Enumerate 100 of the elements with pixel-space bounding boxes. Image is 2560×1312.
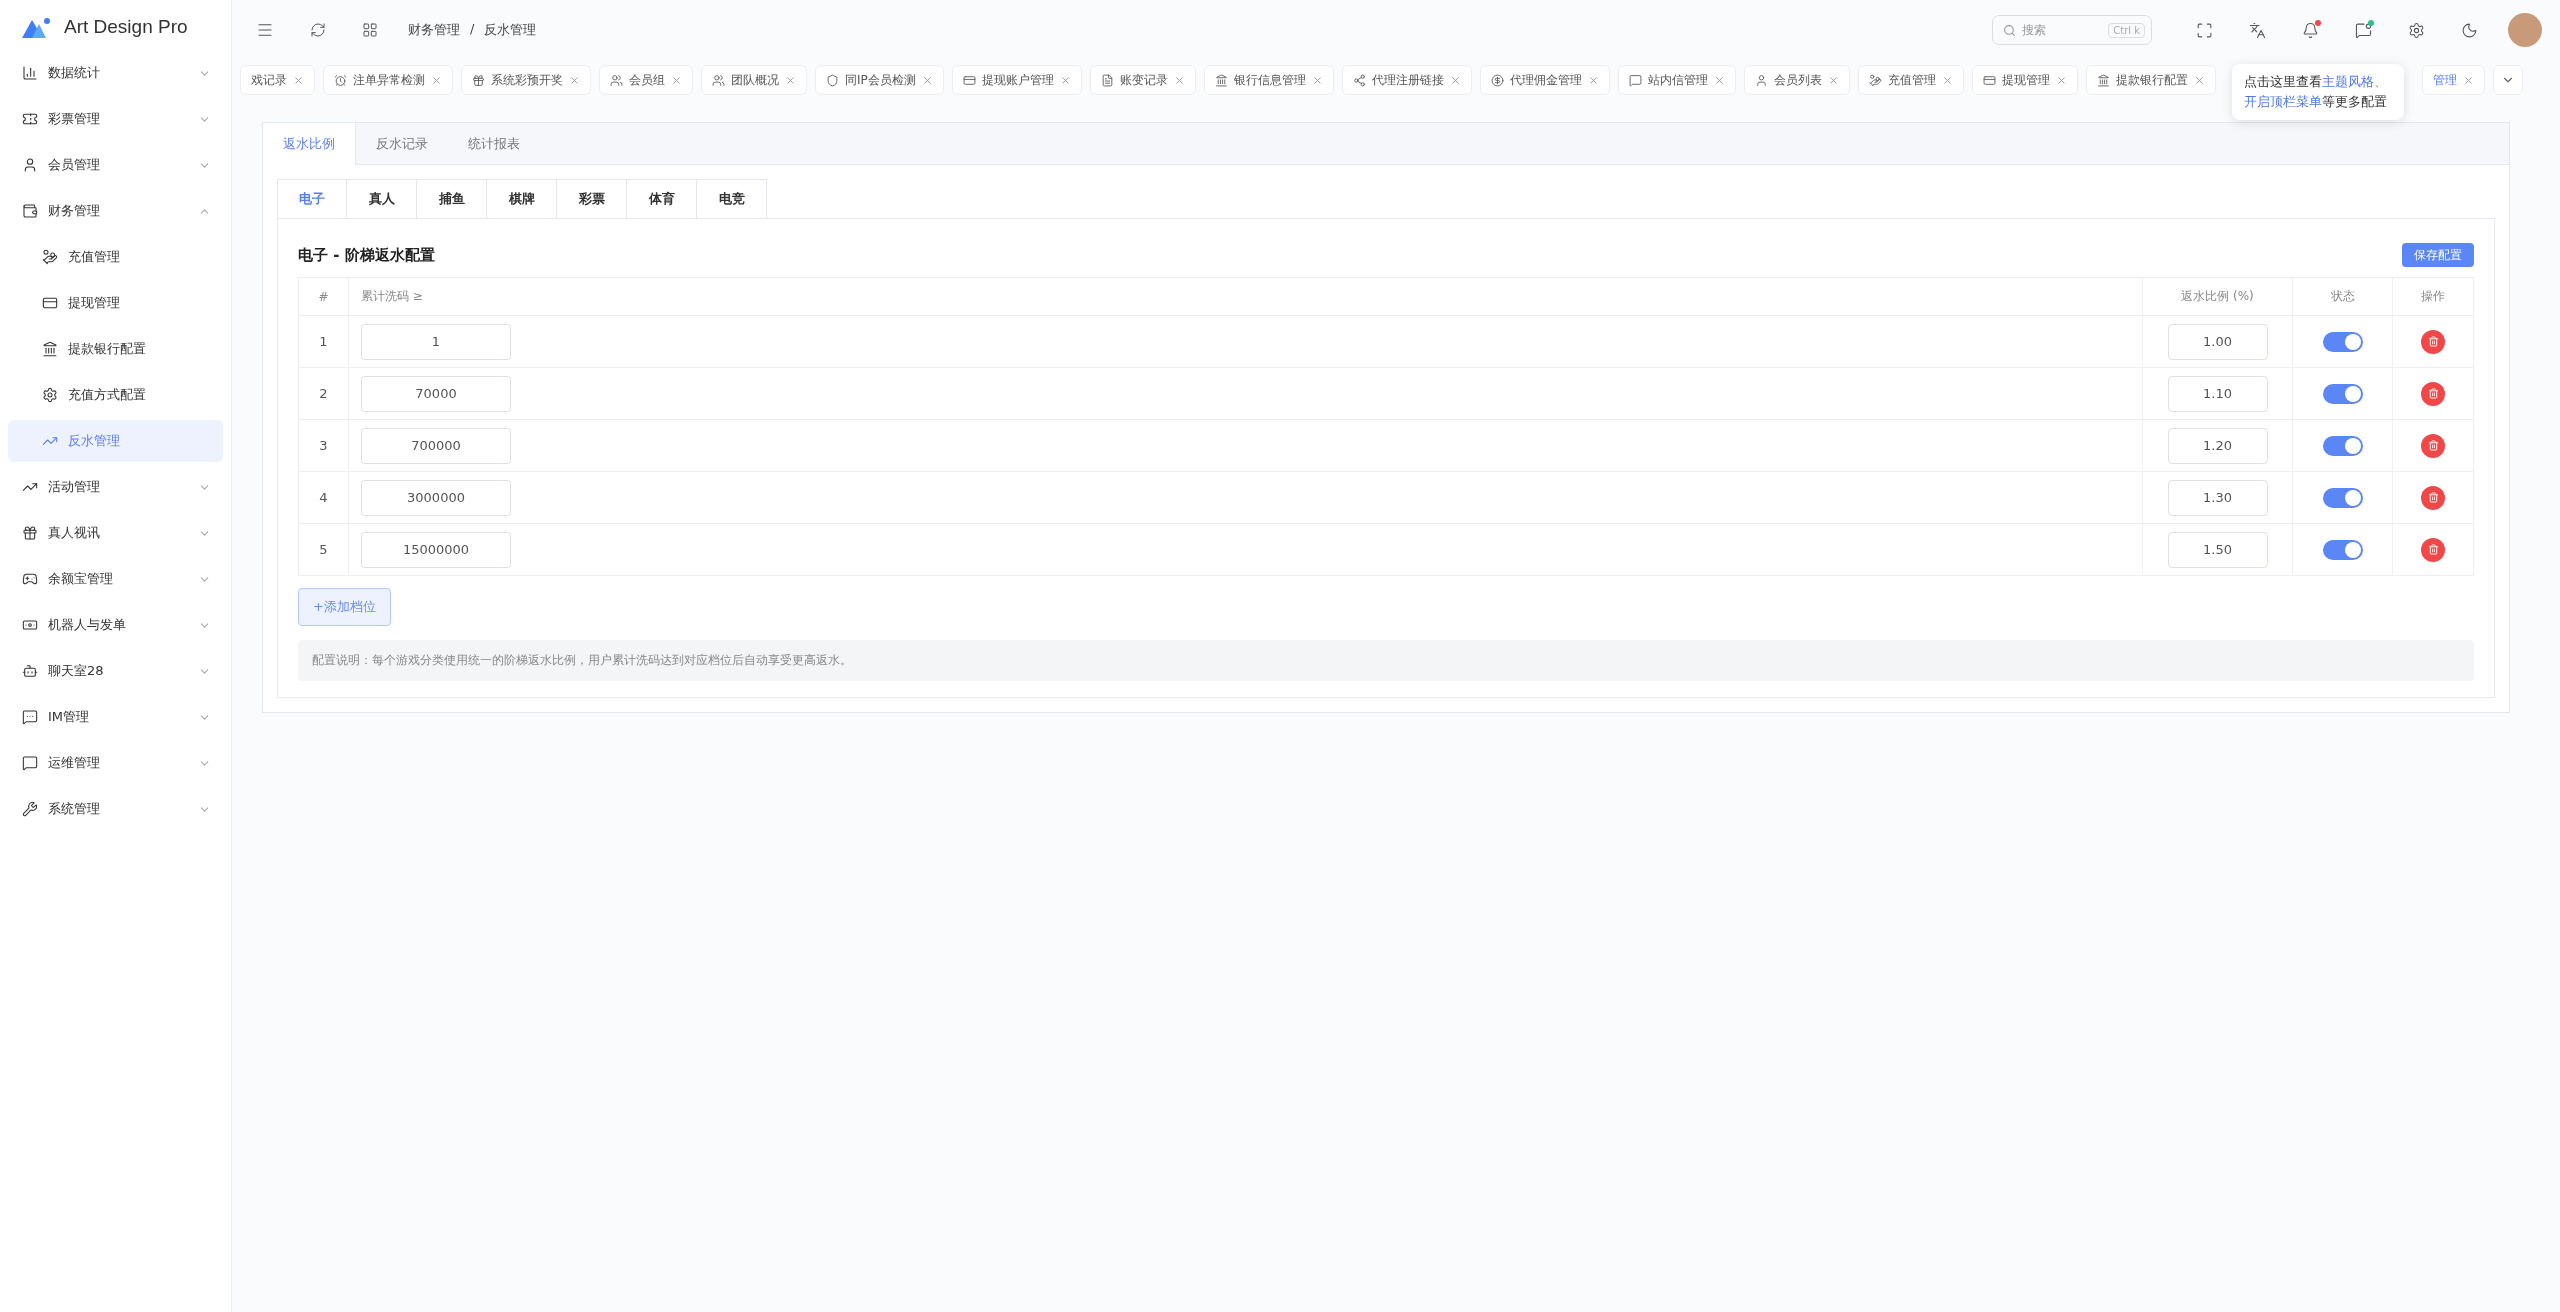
- sidebar-item[interactable]: 余额宝管理: [8, 558, 223, 600]
- category-tab[interactable]: 棋牌: [487, 179, 557, 218]
- page-tab[interactable]: 提现账户管理: [951, 65, 1082, 95]
- sidebar-item[interactable]: 运维管理: [8, 742, 223, 784]
- page-tab[interactable]: 团队概况: [701, 65, 807, 95]
- input-field[interactable]: 15000000: [361, 531, 511, 568]
- input-field[interactable]: 1.50: [2167, 531, 2268, 568]
- page-tab[interactable]: 代理注册链接: [1341, 65, 1472, 95]
- avatar[interactable]: [2508, 13, 2542, 47]
- menu-icon[interactable]: [256, 21, 274, 39]
- close-icon[interactable]: [1941, 74, 1953, 86]
- settings-icon[interactable]: [2408, 21, 2425, 39]
- coins-hand-icon: [42, 249, 58, 265]
- sidebar-subitem[interactable]: 提现管理: [8, 282, 223, 324]
- sidebar-item[interactable]: 聊天室28: [8, 650, 223, 692]
- close-icon[interactable]: [2055, 74, 2067, 86]
- page-tab[interactable]: 管理: [2421, 65, 2485, 95]
- sidebar-item[interactable]: 彩票管理: [8, 98, 223, 140]
- refresh-icon[interactable]: [310, 22, 326, 38]
- close-icon[interactable]: [293, 74, 304, 86]
- input-field[interactable]: 70000: [361, 375, 511, 412]
- translate-icon[interactable]: [2249, 21, 2266, 39]
- gift-icon: [472, 73, 485, 87]
- input-field[interactable]: 3000000: [361, 479, 511, 516]
- close-icon[interactable]: [569, 74, 580, 86]
- toggle-switch[interactable]: [2322, 383, 2363, 404]
- category-tab[interactable]: 彩票: [557, 179, 627, 218]
- sidebar-item[interactable]: 活动管理: [8, 466, 223, 508]
- page-tab[interactable]: 代理佣金管理: [1479, 65, 1610, 95]
- sidebar-item[interactable]: 机器人与发单: [8, 604, 223, 646]
- close-icon[interactable]: [1713, 74, 1725, 86]
- delete-button[interactable]: [2421, 485, 2445, 510]
- toggle-switch[interactable]: [2322, 435, 2363, 456]
- fullscreen-icon[interactable]: [2196, 21, 2213, 39]
- page-tab[interactable]: 注单异常检测: [323, 65, 453, 95]
- sidebar-item[interactable]: 真人视讯: [8, 512, 223, 554]
- breadcrumb-separator: /: [470, 21, 475, 38]
- page-tab[interactable]: 戏记录: [240, 65, 315, 95]
- page-tab[interactable]: 充值管理: [1857, 65, 1964, 95]
- sidebar-subitem[interactable]: 充值方式配置: [8, 374, 223, 416]
- sidebar-item[interactable]: 数据统计: [8, 52, 223, 94]
- tooltip-link[interactable]: 开启顶栏菜单: [2243, 94, 2322, 109]
- category-tab[interactable]: 真人: [347, 179, 417, 218]
- toggle-switch[interactable]: [2322, 539, 2363, 560]
- input-field[interactable]: 1: [361, 323, 511, 360]
- input-field[interactable]: 1.10: [2167, 375, 2268, 412]
- users-icon: [610, 73, 623, 87]
- delete-button[interactable]: [2421, 433, 2445, 458]
- sidebar-item[interactable]: 系统管理: [8, 788, 223, 830]
- category-tab[interactable]: 体育: [627, 179, 697, 218]
- close-icon[interactable]: [1059, 74, 1071, 86]
- close-icon[interactable]: [2462, 74, 2474, 86]
- close-icon[interactable]: [1827, 74, 1839, 86]
- delete-button[interactable]: [2421, 381, 2445, 406]
- page-tab[interactable]: 会员组: [599, 65, 693, 95]
- input-field[interactable]: 1.20: [2167, 427, 2268, 464]
- page-tab[interactable]: 提款银行配置: [2085, 65, 2216, 95]
- close-icon[interactable]: [671, 74, 682, 86]
- input-field[interactable]: 1.30: [2167, 479, 2268, 516]
- page-tab[interactable]: 站内信管理: [1617, 65, 1736, 95]
- input-field[interactable]: 1.00: [2167, 323, 2268, 360]
- close-icon[interactable]: [2193, 74, 2205, 86]
- close-icon[interactable]: [785, 74, 796, 86]
- bell-icon[interactable]: [2302, 21, 2319, 39]
- row-number: 5: [319, 542, 328, 557]
- close-icon[interactable]: [1311, 74, 1323, 86]
- grid-icon[interactable]: [362, 22, 378, 38]
- toggle-switch[interactable]: [2322, 487, 2363, 508]
- delete-button[interactable]: [2421, 329, 2445, 354]
- close-icon[interactable]: [1173, 74, 1185, 86]
- category-tab[interactable]: 捕鱼: [417, 179, 487, 218]
- sidebar-subitem[interactable]: 提款银行配置: [8, 328, 223, 370]
- page-tab[interactable]: 账变记录: [1089, 65, 1196, 95]
- page-tab[interactable]: 银行信息管理: [1203, 65, 1334, 95]
- sidebar-subitem[interactable]: 充值管理: [8, 236, 223, 278]
- close-icon[interactable]: [921, 74, 933, 86]
- chat-icon[interactable]: [2355, 21, 2372, 39]
- tooltip-link[interactable]: 主题风格、: [2321, 74, 2387, 89]
- sidebar-item[interactable]: 会员管理: [8, 144, 223, 186]
- moon-icon[interactable]: [2461, 21, 2478, 39]
- users-icon: [712, 73, 725, 87]
- tab[interactable]: 返水比例: [263, 123, 356, 165]
- breadcrumb-item[interactable]: 财务管理: [408, 21, 460, 39]
- close-icon[interactable]: [1449, 74, 1461, 86]
- page-tab[interactable]: 提现管理: [1971, 65, 2078, 95]
- category-tab[interactable]: 电竞: [697, 179, 767, 218]
- page-tab[interactable]: 系统彩预开奖: [461, 65, 591, 95]
- category-tab[interactable]: 电子: [277, 179, 347, 218]
- tab[interactable]: 统计报表: [448, 123, 540, 164]
- page-tab[interactable]: 会员列表: [1743, 65, 1850, 95]
- tab[interactable]: 反水记录: [356, 123, 448, 164]
- toggle-switch[interactable]: [2322, 331, 2363, 352]
- sidebar-item[interactable]: IM管理: [8, 696, 223, 738]
- input-field[interactable]: 700000: [361, 427, 511, 464]
- close-icon[interactable]: [1587, 74, 1599, 86]
- sidebar-item[interactable]: 财务管理: [8, 190, 223, 232]
- close-icon[interactable]: [431, 74, 442, 86]
- page-tab[interactable]: 同IP会员检测: [815, 65, 944, 95]
- delete-button[interactable]: [2421, 537, 2445, 562]
- breadcrumb-item[interactable]: 反水管理: [484, 21, 537, 39]
